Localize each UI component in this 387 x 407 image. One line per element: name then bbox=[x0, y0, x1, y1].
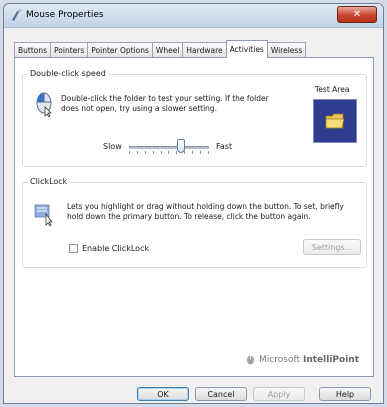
test-area-label: Test Area bbox=[315, 85, 350, 94]
apply-button[interactable]: Apply bbox=[253, 387, 305, 401]
double-click-description-line1: Double-click the folder to test your set… bbox=[61, 94, 269, 103]
double-click-description: Double-click the folder to test your set… bbox=[61, 94, 269, 114]
slider-ticks bbox=[129, 151, 209, 154]
close-icon: ✕ bbox=[352, 9, 362, 20]
tab-buttons[interactable]: Buttons bbox=[14, 42, 52, 57]
mouse-properties-window: Mouse Properties ✕ Buttons Pointers Poin… bbox=[3, 3, 384, 404]
tab-wireless[interactable]: Wireless bbox=[266, 42, 307, 57]
brand-product: IntelliPoint bbox=[303, 354, 359, 365]
clicklock-label: ClickLock bbox=[28, 177, 70, 186]
close-button[interactable]: ✕ bbox=[337, 6, 377, 23]
mouse-logo-icon bbox=[247, 355, 255, 365]
double-click-speed-group: Double-click speed Double-click the fold… bbox=[22, 69, 367, 167]
double-click-speed-label: Double-click speed bbox=[28, 69, 108, 78]
clicklock-settings-button[interactable]: Settings... bbox=[303, 239, 361, 255]
title-bar: Mouse Properties ✕ bbox=[4, 4, 383, 28]
intellipoint-brand: Microsoft IntelliPoint bbox=[246, 354, 359, 365]
tab-pointers[interactable]: Pointers bbox=[50, 42, 89, 57]
fast-label: Fast bbox=[216, 142, 233, 151]
clicklock-description: Lets you highlight or drag without holdi… bbox=[67, 202, 344, 222]
slider-thumb[interactable] bbox=[177, 139, 185, 153]
activities-panel: Double-click speed Double-click the fold… bbox=[14, 57, 374, 377]
folder-icon bbox=[325, 113, 345, 129]
test-area[interactable] bbox=[313, 99, 357, 143]
mouse-app-icon bbox=[12, 9, 22, 21]
double-click-description-line2: does not open, try using a slower settin… bbox=[61, 104, 218, 113]
drag-cursor-icon bbox=[34, 204, 53, 227]
slider-track[interactable] bbox=[129, 146, 209, 149]
ok-button[interactable]: OK bbox=[137, 387, 189, 401]
cancel-button[interactable]: Cancel bbox=[195, 387, 247, 401]
enable-clicklock-row[interactable]: Enable ClickLock bbox=[69, 244, 149, 253]
tab-activities[interactable]: Activities bbox=[225, 40, 268, 58]
double-click-speed-slider[interactable]: Slow Fast bbox=[101, 137, 301, 157]
slow-label: Slow bbox=[103, 142, 122, 151]
clicklock-description-line2: hold down the primary button. To release… bbox=[67, 212, 311, 221]
enable-clicklock-checkbox[interactable] bbox=[69, 244, 78, 253]
enable-clicklock-label: Enable ClickLock bbox=[82, 244, 150, 253]
tab-hardware[interactable]: Hardware bbox=[182, 42, 227, 57]
mouse-click-icon bbox=[36, 92, 52, 117]
tab-strip: Buttons Pointers Pointer Options Wheel H… bbox=[14, 40, 307, 58]
window-title: Mouse Properties bbox=[26, 10, 104, 20]
tab-pointer-options[interactable]: Pointer Options bbox=[87, 42, 153, 57]
brand-prefix: Microsoft bbox=[259, 354, 300, 365]
clicklock-group: ClickLock Lets you highlight or drag wit… bbox=[22, 177, 367, 268]
clicklock-description-line1: Lets you highlight or drag without holdi… bbox=[67, 202, 344, 211]
tab-wheel[interactable]: Wheel bbox=[151, 42, 184, 57]
help-button[interactable]: Help bbox=[319, 387, 371, 401]
